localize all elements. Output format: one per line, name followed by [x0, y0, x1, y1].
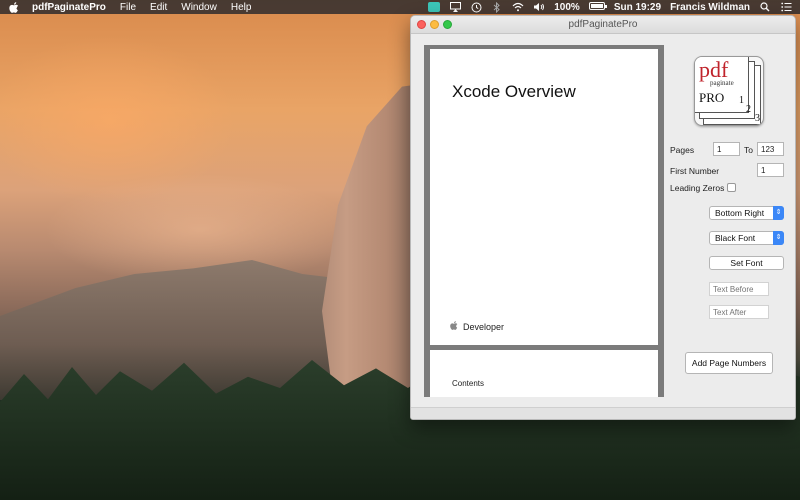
position-popup[interactable]: Bottom Right ⇕ — [709, 206, 784, 220]
to-label: To — [744, 145, 753, 155]
first-number-field[interactable] — [757, 163, 784, 177]
window-close-button[interactable] — [417, 20, 426, 29]
bluetooth-icon[interactable] — [491, 1, 503, 13]
page1-footer-text: Developer — [463, 321, 505, 332]
page1-footer: Developer — [450, 321, 504, 332]
airplay-icon[interactable] — [449, 1, 461, 13]
logo-paginate-text: paginate — [710, 79, 734, 87]
window-titlebar[interactable]: pdfPaginatePro — [411, 16, 795, 34]
preview-page-1: Xcode Overview Developer — [430, 49, 658, 345]
menu-window[interactable]: Window — [181, 2, 217, 13]
menu-help[interactable]: Help — [231, 2, 252, 13]
app-window: pdfPaginatePro Xcode Overview Developer … — [410, 15, 796, 420]
first-number-label: First Number — [670, 166, 720, 176]
battery-percent: 100% — [554, 1, 580, 13]
app-logo: pdf paginate PRO 1 2 3 — [694, 56, 764, 126]
font-color-popup-value: Black Font — [715, 233, 756, 243]
logo-number-1: 1 — [739, 95, 744, 106]
window-title: pdfPaginatePro — [568, 19, 638, 30]
volume-icon[interactable] — [533, 1, 545, 13]
spotlight-search-icon[interactable] — [759, 1, 771, 13]
time-machine-icon[interactable] — [470, 1, 482, 13]
text-before-field[interactable] — [709, 282, 769, 296]
logo-pro-text: PRO — [699, 90, 725, 105]
add-page-numbers-button[interactable]: Add Page Numbers — [685, 352, 773, 374]
position-popup-value: Bottom Right — [715, 208, 765, 218]
window-minimize-button[interactable] — [430, 20, 439, 29]
logo-number-2: 2 — [746, 104, 751, 115]
window-zoom-button[interactable] — [443, 20, 452, 29]
page1-title: Xcode Overview — [452, 82, 576, 101]
wifi-icon[interactable] — [512, 1, 524, 13]
set-font-button[interactable]: Set Font — [709, 256, 784, 270]
notification-center-icon[interactable] — [780, 1, 792, 13]
text-after-field[interactable] — [709, 305, 769, 319]
chevron-updown-icon: ⇕ — [773, 231, 784, 245]
logo-pdf-text: pdf — [699, 57, 729, 82]
leading-zeros-label: Leading Zeros — [670, 183, 725, 193]
menu-bar: pdfPaginatePro File Edit Window Help 100… — [0, 0, 800, 14]
preview-page-2: Contents — [430, 350, 658, 397]
menu-app-name[interactable]: pdfPaginatePro — [32, 2, 106, 13]
menu-user[interactable]: Francis Wildman — [670, 2, 750, 13]
window-bottom-bar — [411, 407, 795, 419]
menu-edit[interactable]: Edit — [150, 2, 167, 13]
menu-file[interactable]: File — [120, 2, 136, 13]
apple-menu-icon[interactable] — [8, 1, 20, 13]
battery-icon[interactable] — [588, 1, 607, 13]
chevron-updown-icon: ⇕ — [773, 206, 784, 220]
pages-from-field[interactable] — [713, 142, 740, 156]
leading-zeros-checkbox[interactable] — [727, 183, 736, 192]
font-color-popup[interactable]: Black Font ⇕ — [709, 231, 784, 245]
logo-number-3: 3 — [755, 113, 760, 124]
page2-heading: Contents — [452, 379, 485, 388]
pages-label: Pages — [670, 145, 695, 155]
apple-logo-icon — [450, 321, 458, 332]
teal-app-icon[interactable] — [428, 1, 441, 13]
menu-clock[interactable]: Sun 19:29 — [614, 2, 661, 13]
pdf-preview[interactable]: Xcode Overview Developer Contents — [424, 45, 664, 397]
pages-to-field[interactable] — [757, 142, 784, 156]
